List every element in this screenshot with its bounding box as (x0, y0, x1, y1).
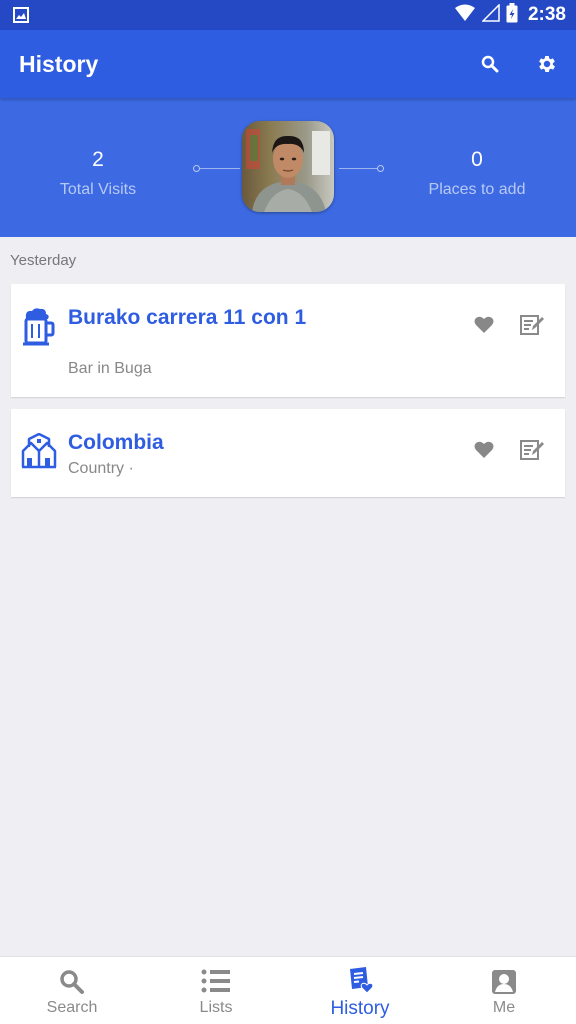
nav-item-history[interactable]: History (288, 957, 432, 1024)
place-name[interactable]: Colombia (68, 431, 308, 455)
list-icon (201, 969, 231, 998)
history-icon (345, 966, 375, 999)
settings-button[interactable] (532, 49, 562, 79)
page-title: History (19, 51, 99, 77)
total-visits-label: Total Visits (59, 181, 137, 198)
search-button[interactable] (476, 50, 504, 78)
nav-label: Lists (199, 999, 233, 1016)
nav-label: History (330, 998, 390, 1019)
favorite-button[interactable] (471, 437, 497, 463)
place-name[interactable]: Burako carrera 11 con 1 (68, 306, 308, 330)
places-to-add-stat[interactable]: 0 Places to add (387, 148, 567, 199)
nav-label: Me (492, 999, 516, 1016)
town-icon (21, 432, 57, 474)
bottom-nav: Search Lists History Me (0, 956, 576, 1024)
wifi-icon (454, 4, 476, 27)
clock: 2:38 (527, 4, 566, 25)
heart-icon (474, 441, 494, 458)
edit-note-icon (520, 315, 544, 335)
nav-label: Search (46, 999, 98, 1016)
places-to-add-label: Places to add (428, 181, 526, 198)
add-note-button[interactable] (517, 435, 547, 465)
total-visits-stat[interactable]: 2 Total Visits (8, 148, 188, 199)
search-icon (59, 969, 85, 1000)
total-visits-count: 2 (92, 148, 104, 171)
list-item[interactable]: Burako carrera 11 con 1 Bar in Buga (11, 284, 565, 397)
gear-icon (539, 56, 555, 72)
place-subtitle: Country · (68, 460, 134, 477)
connector-line-left (193, 165, 240, 172)
date-section-label: Yesterday (10, 252, 77, 269)
battery-icon (506, 2, 518, 28)
add-note-button[interactable] (517, 310, 547, 340)
avatar[interactable] (242, 121, 334, 212)
list-item[interactable]: Colombia Country · (11, 409, 565, 497)
nav-item-search[interactable]: Search (0, 957, 144, 1024)
app-bar: History (0, 30, 576, 98)
stats-banner: 2 Total Visits 0 Places to add (0, 98, 576, 237)
edit-note-icon (520, 440, 544, 460)
places-to-add-count: 0 (471, 148, 483, 171)
profile-icon (491, 969, 517, 1000)
connector-line-right (339, 165, 384, 172)
beer-mug-icon (21, 306, 55, 351)
nav-item-me[interactable]: Me (432, 957, 576, 1024)
status-bar: 2:38 (0, 0, 576, 30)
image-notification-icon (13, 7, 29, 28)
heart-icon (474, 316, 494, 333)
cell-signal-icon (481, 2, 500, 27)
place-subtitle: Bar in Buga (68, 360, 152, 377)
favorite-button[interactable] (471, 312, 497, 338)
search-icon (481, 55, 499, 73)
nav-item-lists[interactable]: Lists (144, 957, 288, 1024)
